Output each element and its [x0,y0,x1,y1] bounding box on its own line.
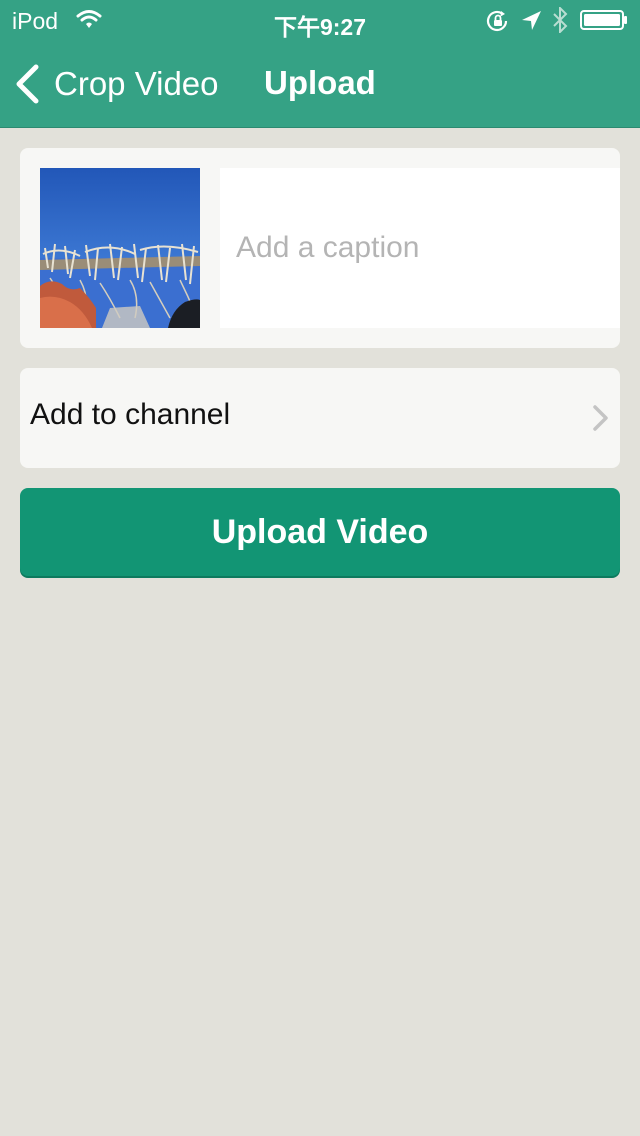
location-arrow-icon [522,11,541,30]
back-button[interactable]: Crop Video [14,62,219,106]
header-divider [0,127,640,128]
bluetooth-icon [553,7,568,33]
upload-video-button[interactable]: Upload Video [20,488,620,576]
caption-card [20,148,620,348]
add-to-channel-label: Add to channel [30,398,231,431]
video-thumbnail[interactable] [40,168,200,328]
add-to-channel-row[interactable]: Add to channel [20,368,620,468]
chevron-right-icon [593,405,608,431]
navigation-header: iPod 下午9:27 Crop Video Upload [0,0,640,128]
video-thumbnail-image [40,168,200,328]
page-title: Upload [264,64,376,101]
battery-icon [580,10,627,30]
caption-input[interactable] [220,168,620,328]
chevron-left-icon [16,64,39,104]
back-button-label: Crop Video [54,65,219,102]
rotation-lock-icon [486,10,508,32]
status-bar: iPod 下午9:27 [0,0,640,40]
status-time: 下午9:27 [273,14,367,40]
